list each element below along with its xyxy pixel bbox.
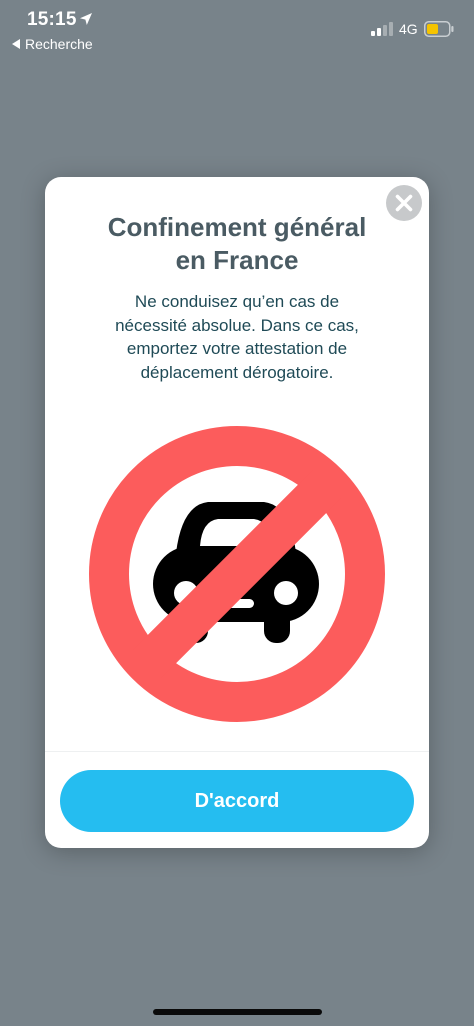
dialog-title-line-2: en France: [175, 245, 299, 275]
location-arrow-icon: [80, 13, 92, 25]
no-car-icon: [89, 426, 385, 722]
accept-button[interactable]: D'accord: [60, 770, 414, 832]
battery-icon: [424, 21, 454, 37]
back-app-label: Recherche: [25, 36, 93, 52]
dialog-title: Confinement général en France: [65, 211, 409, 277]
lockdown-alert-dialog: Confinement général en France Ne conduis…: [45, 177, 429, 848]
dialog-message-line-4: déplacement dérogatoire.: [140, 362, 334, 382]
back-arrow-icon: [12, 39, 20, 49]
dialog-message-line-1: Ne conduisez qu’en cas de: [134, 292, 340, 311]
footer-divider: [45, 751, 429, 752]
dialog-message-line-3: emportez votre attestation de: [126, 339, 348, 358]
home-indicator[interactable]: [153, 1009, 322, 1015]
network-type: 4G: [399, 21, 418, 37]
back-to-app-link[interactable]: Recherche: [12, 36, 93, 52]
signal-bars-icon: [371, 22, 393, 36]
dialog-message: Ne conduisez qu’en cas de nécessité abso…: [75, 290, 399, 384]
status-bar: 15:15 Recherche 4G: [0, 0, 474, 60]
dialog-title-line-1: Confinement général: [107, 212, 367, 242]
status-time: 15:15: [27, 9, 77, 30]
dialog-message-line-2: nécessité absolue. Dans ce cas,: [115, 315, 359, 335]
